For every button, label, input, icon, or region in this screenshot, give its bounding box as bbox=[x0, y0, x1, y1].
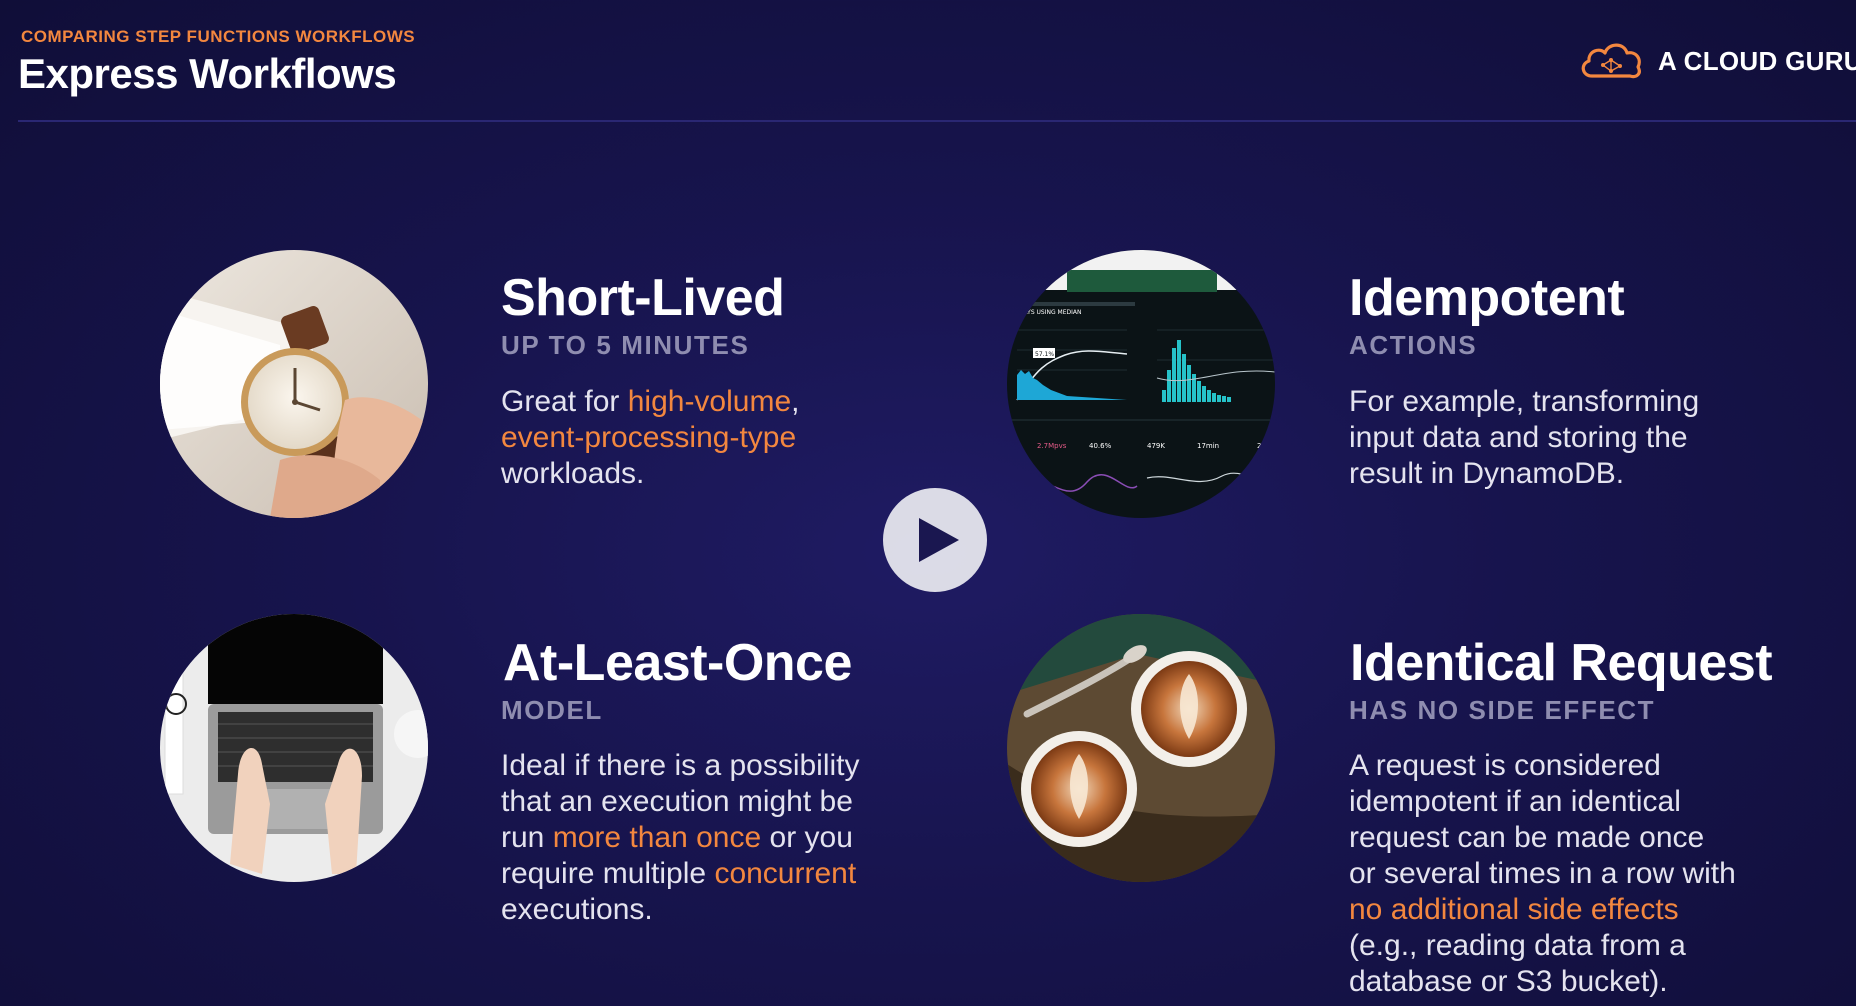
analytics-dashboard-photo: DAYS USING MEDIAN 57.1% 2.7Mpvs 40.6% 47… bbox=[1007, 250, 1275, 518]
idempotent-body: For example, transforming input data and… bbox=[1349, 385, 1700, 490]
cloud-logo-icon bbox=[1581, 43, 1641, 79]
dashboard-stat-3: 479K bbox=[1147, 442, 1165, 450]
short-lived-heading: Short-Lived bbox=[501, 269, 785, 327]
highlight-no-side-effects: no additional side effects bbox=[1349, 893, 1679, 926]
brand-name: A CLOUD GURU bbox=[1658, 45, 1856, 76]
identical-request-subheading: HAS NO SIDE EFFECT bbox=[1349, 695, 1656, 725]
at-least-once-subheading: MODEL bbox=[501, 695, 603, 725]
at-least-once-heading: At-Least-Once bbox=[503, 634, 852, 692]
highlight-concurrent: concurrent bbox=[714, 857, 857, 890]
dashboard-stat-1: 2.7Mpvs bbox=[1037, 442, 1067, 450]
short-lived-body: Great for high-volume, event-processing-… bbox=[501, 385, 800, 490]
latte-cups-photo bbox=[1007, 614, 1275, 882]
dashboard-stat-4: 17min bbox=[1197, 442, 1219, 450]
page-title: Express Workflows bbox=[18, 50, 397, 97]
header-divider bbox=[18, 120, 1856, 122]
play-button[interactable] bbox=[883, 488, 987, 592]
highlight-event-processing: event-processing-type bbox=[501, 421, 797, 454]
dashboard-stat-2: 40.6% bbox=[1089, 442, 1112, 450]
dashboard-stat-5: 2p bbox=[1257, 442, 1266, 450]
section-kicker: COMPARING STEP FUNCTIONS WORKFLOWS bbox=[21, 27, 416, 46]
laptop-typing-photo bbox=[160, 614, 428, 882]
idempotent-subheading: ACTIONS bbox=[1349, 330, 1478, 360]
at-least-once-body: Ideal if there is a possibility that an … bbox=[501, 749, 860, 926]
highlight-more-than-once: more than once bbox=[552, 821, 762, 854]
wristwatch-photo bbox=[160, 250, 428, 518]
identical-request-heading: Identical Request bbox=[1350, 634, 1773, 692]
dashboard-callout: 57.1% bbox=[1035, 351, 1054, 358]
dashboard-header: DAYS USING MEDIAN bbox=[1019, 309, 1082, 316]
idempotent-heading: Idempotent bbox=[1349, 269, 1625, 327]
highlight-high-volume: high-volume bbox=[627, 385, 792, 418]
identical-request-body: A request is considered idempotent if an… bbox=[1349, 749, 1736, 998]
short-lived-subheading: UP TO 5 MINUTES bbox=[501, 330, 750, 360]
brand: A CLOUD GURU bbox=[1578, 36, 1856, 86]
play-icon bbox=[919, 518, 959, 562]
